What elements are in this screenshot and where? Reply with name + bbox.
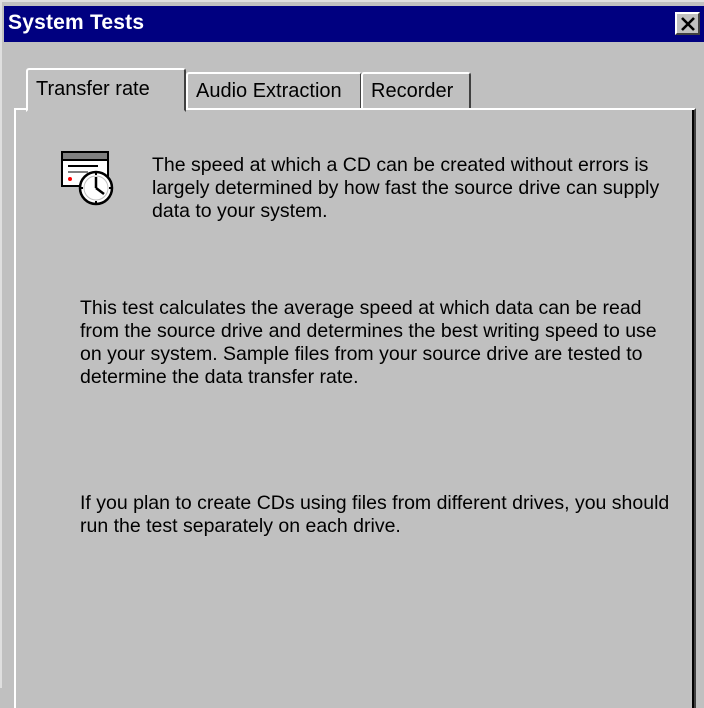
tab-strip: Transfer rate Audio Extraction Recorder [14, 66, 694, 112]
transfer-rate-panel: The speed at which a CD can be created w… [14, 108, 696, 708]
title-bar[interactable]: System Tests [4, 6, 704, 42]
tab-transfer-rate[interactable]: Transfer rate [26, 68, 186, 112]
multiple-drives-paragraph: If you plan to create CDs using files fr… [80, 492, 670, 537]
window-title: System Tests [8, 11, 145, 34]
tab-label: Recorder [371, 80, 454, 102]
drive-clock-icon [58, 146, 124, 212]
system-tests-dialog: System Tests Transfer rate Audio Extract… [0, 0, 704, 708]
test-description-paragraph: This test calculates the average speed a… [80, 297, 657, 388]
tab-recorder[interactable]: Recorder [361, 72, 471, 110]
panel-shadow-edge [692, 110, 694, 708]
close-button[interactable] [675, 12, 700, 35]
tab-audio-extraction[interactable]: Audio Extraction [186, 72, 362, 110]
tab-label: Transfer rate [36, 78, 150, 100]
intro-paragraph: The speed at which a CD can be created w… [152, 154, 660, 222]
tab-label: Audio Extraction [196, 80, 342, 102]
close-icon [681, 17, 695, 31]
